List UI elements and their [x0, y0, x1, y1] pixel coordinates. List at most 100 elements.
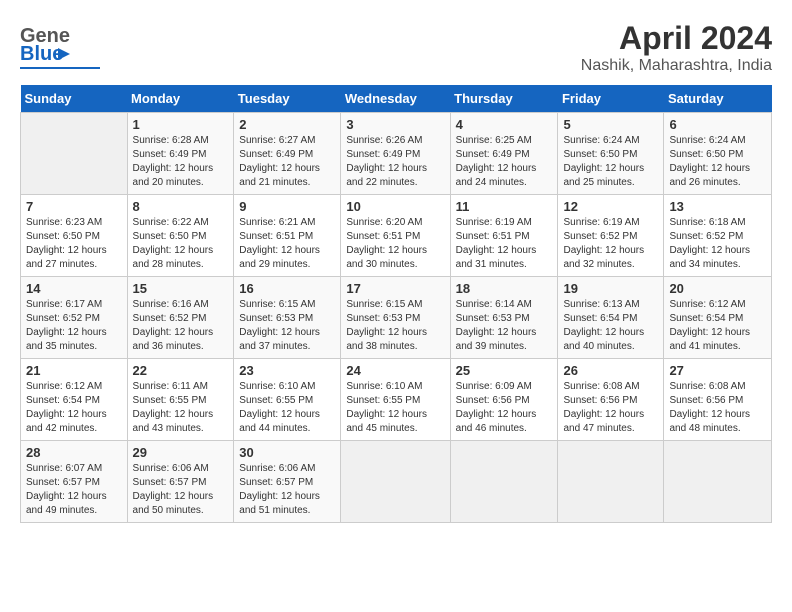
day-info: Sunrise: 6:14 AM Sunset: 6:53 PM Dayligh…: [456, 298, 553, 354]
day-number: 10: [346, 199, 444, 214]
day-number: 20: [669, 281, 766, 296]
day-info: Sunrise: 6:10 AM Sunset: 6:55 PM Dayligh…: [239, 380, 335, 436]
day-number: 27: [669, 363, 766, 378]
calendar-day-cell: 18 Sunrise: 6:14 AM Sunset: 6:53 PM Dayli…: [450, 277, 558, 359]
day-info: Sunrise: 6:15 AM Sunset: 6:53 PM Dayligh…: [239, 298, 335, 354]
day-number: 19: [563, 281, 658, 296]
calendar-day-cell: 21 Sunrise: 6:12 AM Sunset: 6:54 PM Dayli…: [21, 359, 128, 441]
calendar-day-cell: [341, 441, 450, 523]
calendar-day-cell: 23 Sunrise: 6:10 AM Sunset: 6:55 PM Dayli…: [234, 359, 341, 441]
calendar-day-cell: [664, 441, 772, 523]
day-info: Sunrise: 6:28 AM Sunset: 6:49 PM Dayligh…: [133, 134, 229, 190]
day-number: 17: [346, 281, 444, 296]
calendar-day-cell: 22 Sunrise: 6:11 AM Sunset: 6:55 PM Dayli…: [127, 359, 234, 441]
logo: General Blue: [20, 20, 100, 69]
calendar-day-cell: 3 Sunrise: 6:26 AM Sunset: 6:49 PM Daylig…: [341, 113, 450, 195]
calendar-day-cell: 1 Sunrise: 6:28 AM Sunset: 6:49 PM Daylig…: [127, 113, 234, 195]
calendar-day-cell: 17 Sunrise: 6:15 AM Sunset: 6:53 PM Dayli…: [341, 277, 450, 359]
svg-text:Blue: Blue: [20, 43, 63, 65]
day-number: 1: [133, 117, 229, 132]
calendar-header-cell: Friday: [558, 85, 664, 113]
day-info: Sunrise: 6:22 AM Sunset: 6:50 PM Dayligh…: [133, 216, 229, 272]
calendar-day-cell: 8 Sunrise: 6:22 AM Sunset: 6:50 PM Daylig…: [127, 195, 234, 277]
day-number: 9: [239, 199, 335, 214]
day-number: 21: [26, 363, 122, 378]
day-number: 3: [346, 117, 444, 132]
day-info: Sunrise: 6:24 AM Sunset: 6:50 PM Dayligh…: [669, 134, 766, 190]
calendar-day-cell: 28 Sunrise: 6:07 AM Sunset: 6:57 PM Dayli…: [21, 441, 128, 523]
day-number: 14: [26, 281, 122, 296]
day-info: Sunrise: 6:12 AM Sunset: 6:54 PM Dayligh…: [669, 298, 766, 354]
day-number: 13: [669, 199, 766, 214]
day-number: 4: [456, 117, 553, 132]
day-number: 30: [239, 445, 335, 460]
calendar-day-cell: 14 Sunrise: 6:17 AM Sunset: 6:52 PM Dayli…: [21, 277, 128, 359]
calendar-header-cell: Sunday: [21, 85, 128, 113]
day-info: Sunrise: 6:08 AM Sunset: 6:56 PM Dayligh…: [563, 380, 658, 436]
day-info: Sunrise: 6:12 AM Sunset: 6:54 PM Dayligh…: [26, 380, 122, 436]
calendar-week-row: 21 Sunrise: 6:12 AM Sunset: 6:54 PM Dayli…: [21, 359, 772, 441]
day-number: 24: [346, 363, 444, 378]
day-info: Sunrise: 6:13 AM Sunset: 6:54 PM Dayligh…: [563, 298, 658, 354]
calendar-day-cell: 5Sunrise: 6:24 AM Sunset: 6:50 PM Daylig…: [558, 113, 664, 195]
day-info: Sunrise: 6:16 AM Sunset: 6:52 PM Dayligh…: [133, 298, 229, 354]
calendar-day-cell: 27 Sunrise: 6:08 AM Sunset: 6:56 PM Dayli…: [664, 359, 772, 441]
calendar-day-cell: 25 Sunrise: 6:09 AM Sunset: 6:56 PM Dayli…: [450, 359, 558, 441]
title-section: April 2024 Nashik, Maharashtra, India: [581, 20, 772, 75]
calendar-day-cell: 30 Sunrise: 6:06 AM Sunset: 6:57 PM Dayli…: [234, 441, 341, 523]
page-header: General Blue April 2024 Nashik, Maharash…: [20, 20, 772, 75]
day-number: 28: [26, 445, 122, 460]
day-info: Sunrise: 6:10 AM Sunset: 6:55 PM Dayligh…: [346, 380, 444, 436]
day-number: 8: [133, 199, 229, 214]
calendar-day-cell: [21, 113, 128, 195]
calendar-day-cell: 9Sunrise: 6:21 AM Sunset: 6:51 PM Daylig…: [234, 195, 341, 277]
day-info: Sunrise: 6:27 AM Sunset: 6:49 PM Dayligh…: [239, 134, 335, 190]
calendar-day-cell: 10Sunrise: 6:20 AM Sunset: 6:51 PM Dayli…: [341, 195, 450, 277]
calendar-day-cell: [558, 441, 664, 523]
calendar-day-cell: 16Sunrise: 6:15 AM Sunset: 6:53 PM Dayli…: [234, 277, 341, 359]
day-number: 7: [26, 199, 122, 214]
day-number: 6: [669, 117, 766, 132]
day-info: Sunrise: 6:09 AM Sunset: 6:56 PM Dayligh…: [456, 380, 553, 436]
day-info: Sunrise: 6:17 AM Sunset: 6:52 PM Dayligh…: [26, 298, 122, 354]
day-info: Sunrise: 6:19 AM Sunset: 6:51 PM Dayligh…: [456, 216, 553, 272]
calendar-day-cell: 20 Sunrise: 6:12 AM Sunset: 6:54 PM Dayli…: [664, 277, 772, 359]
calendar-day-cell: 12 Sunrise: 6:19 AM Sunset: 6:52 PM Dayli…: [558, 195, 664, 277]
calendar-day-cell: 24 Sunrise: 6:10 AM Sunset: 6:55 PM Dayli…: [341, 359, 450, 441]
day-number: 26: [563, 363, 658, 378]
day-info: Sunrise: 6:11 AM Sunset: 6:55 PM Dayligh…: [133, 380, 229, 436]
day-number: 22: [133, 363, 229, 378]
day-number: 12: [563, 199, 658, 214]
day-info: Sunrise: 6:08 AM Sunset: 6:56 PM Dayligh…: [669, 380, 766, 436]
day-number: 23: [239, 363, 335, 378]
calendar-day-cell: 4 Sunrise: 6:25 AM Sunset: 6:49 PM Daylig…: [450, 113, 558, 195]
calendar-day-cell: 11Sunrise: 6:19 AM Sunset: 6:51 PM Dayli…: [450, 195, 558, 277]
main-title: April 2024: [581, 20, 772, 57]
calendar-week-row: 1 Sunrise: 6:28 AM Sunset: 6:49 PM Daylig…: [21, 113, 772, 195]
day-number: 15: [133, 281, 229, 296]
calendar-header-cell: Monday: [127, 85, 234, 113]
calendar-header-cell: Wednesday: [341, 85, 450, 113]
subtitle: Nashik, Maharashtra, India: [581, 57, 772, 75]
calendar-header-cell: Thursday: [450, 85, 558, 113]
logo-icon: General Blue: [20, 20, 70, 65]
day-number: 2: [239, 117, 335, 132]
calendar-table: SundayMondayTuesdayWednesdayThursdayFrid…: [20, 85, 772, 523]
calendar-day-cell: 15 Sunrise: 6:16 AM Sunset: 6:52 PM Dayli…: [127, 277, 234, 359]
calendar-header-cell: Tuesday: [234, 85, 341, 113]
day-info: Sunrise: 6:23 AM Sunset: 6:50 PM Dayligh…: [26, 216, 122, 272]
day-info: Sunrise: 6:26 AM Sunset: 6:49 PM Dayligh…: [346, 134, 444, 190]
day-number: 29: [133, 445, 229, 460]
day-info: Sunrise: 6:06 AM Sunset: 6:57 PM Dayligh…: [239, 462, 335, 518]
calendar-day-cell: 2 Sunrise: 6:27 AM Sunset: 6:49 PM Daylig…: [234, 113, 341, 195]
calendar-day-cell: 26 Sunrise: 6:08 AM Sunset: 6:56 PM Dayli…: [558, 359, 664, 441]
day-info: Sunrise: 6:07 AM Sunset: 6:57 PM Dayligh…: [26, 462, 122, 518]
day-number: 18: [456, 281, 553, 296]
calendar-body: 1 Sunrise: 6:28 AM Sunset: 6:49 PM Daylig…: [21, 113, 772, 523]
day-info: Sunrise: 6:19 AM Sunset: 6:52 PM Dayligh…: [563, 216, 658, 272]
day-info: Sunrise: 6:15 AM Sunset: 6:53 PM Dayligh…: [346, 298, 444, 354]
day-info: Sunrise: 6:25 AM Sunset: 6:49 PM Dayligh…: [456, 134, 553, 190]
day-number: 25: [456, 363, 553, 378]
day-info: Sunrise: 6:24 AM Sunset: 6:50 PM Dayligh…: [563, 134, 658, 190]
calendar-day-cell: [450, 441, 558, 523]
